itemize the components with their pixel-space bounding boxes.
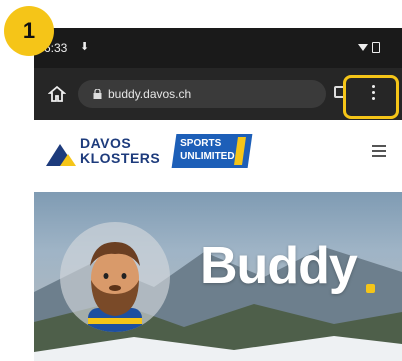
status-bar: 6:33 ⬇ [34,28,402,68]
wifi-icon [358,44,368,51]
step-number-badge: 1 [4,6,54,56]
url-text: buddy.davos.ch [108,87,192,101]
sports-line-2: UNLIMITED [180,151,235,162]
address-bar[interactable]: buddy.davos.ch [78,80,326,108]
lock-icon [93,89,102,99]
sports-unlimited-logo[interactable]: SPORTS UNLIMITED [171,134,253,168]
home-icon[interactable] [48,85,66,103]
download-icon: ⬇ [80,41,90,53]
davos-klosters-logo-icon[interactable] [46,142,76,166]
logo-line-1: DAVOS [80,135,132,151]
buddy-avatar [60,222,170,332]
sports-stripe [234,137,246,165]
logo-line-2: KLOSTERS [80,150,161,166]
site-header: DAVOS KLOSTERS SPORTS UNLIMITED [34,120,402,192]
hero-title: Buddy [200,237,358,295]
sports-line-1: SPORTS [180,138,222,149]
buddy-character-icon [88,242,142,332]
hamburger-menu-icon[interactable] [372,145,386,160]
davos-klosters-logo[interactable]: DAVOS KLOSTERS [80,136,160,166]
hero-banner: Buddy [34,192,402,361]
hero-title-dot [366,284,375,293]
menu-highlight-box [343,75,399,119]
battery-icon [372,42,380,53]
